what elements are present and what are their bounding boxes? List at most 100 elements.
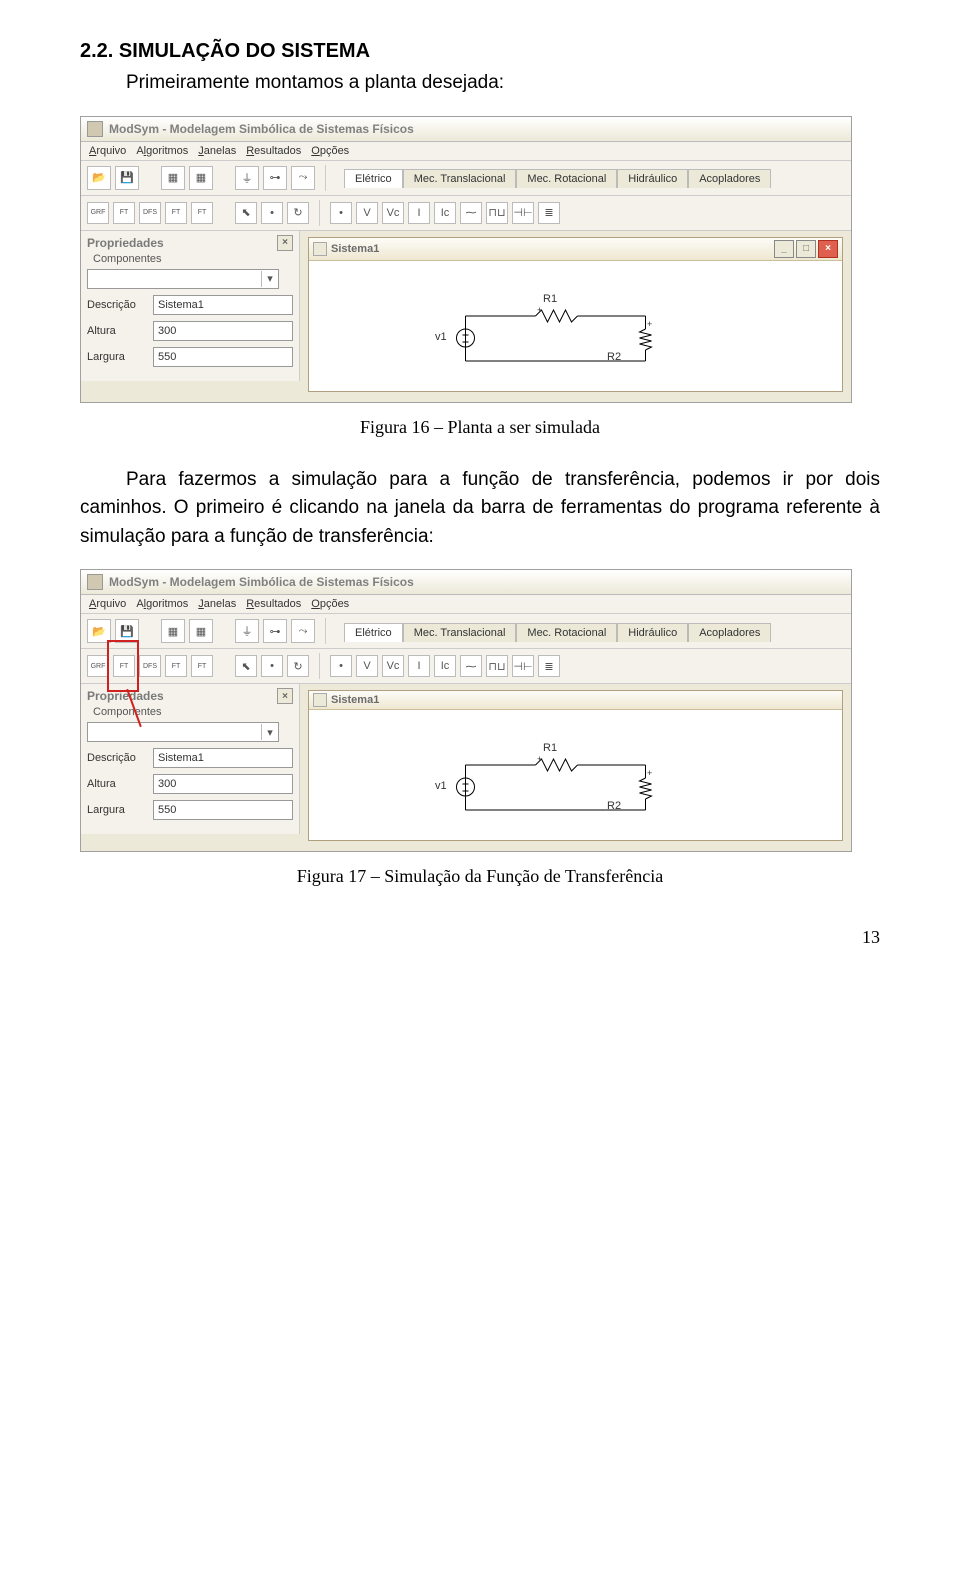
open-icon[interactable]: 📂: [87, 166, 111, 190]
canvas-area: Sistema1: [300, 684, 851, 851]
component-icon-1[interactable]: ▦: [161, 166, 185, 190]
canvas-area: Sistema1 _ □ ×: [300, 231, 851, 402]
sim-dfs-icon[interactable]: DFS: [139, 202, 161, 224]
menu-opcoes[interactable]: Opções: [311, 145, 349, 157]
node-icon[interactable]: ⊶: [263, 166, 287, 190]
maximize-icon[interactable]: □: [796, 240, 816, 258]
component-icon-2[interactable]: ▦: [189, 619, 213, 643]
elec-capacitor-icon[interactable]: ⊣⊢: [512, 655, 534, 677]
prop-row-altura: Altura 300: [87, 321, 293, 341]
elec-node-icon[interactable]: •: [330, 655, 352, 677]
app-icon: [87, 574, 103, 590]
sim-dfs-icon[interactable]: DFS: [139, 655, 161, 677]
elec-capacitor-icon[interactable]: ⊣⊢: [512, 202, 534, 224]
circuit-canvas[interactable]: R1 + v1 R2 +: [309, 261, 842, 391]
sim-ft3-icon[interactable]: FT: [191, 655, 213, 677]
node-icon[interactable]: ⊶: [263, 619, 287, 643]
menubar[interactable]: Arquivo Algoritmos Janelas Resultados Op…: [81, 595, 851, 614]
sim-ft2-icon[interactable]: FT: [165, 202, 187, 224]
dot-icon[interactable]: •: [261, 655, 283, 677]
properties-close-icon[interactable]: ×: [277, 235, 293, 251]
menu-resultados[interactable]: Resultados: [246, 145, 301, 157]
elec-v-icon[interactable]: V: [356, 655, 378, 677]
rotate-icon[interactable]: ↻: [287, 655, 309, 677]
tab-mec-trans[interactable]: Mec. Translacional: [403, 169, 517, 188]
chevron-down-icon: ▾: [261, 724, 278, 740]
prop-row-descricao: Descrição Sistema1: [87, 295, 293, 315]
properties-combo[interactable]: ▾: [87, 722, 279, 742]
prop-input-descricao[interactable]: Sistema1: [153, 295, 293, 315]
elec-vc-icon[interactable]: Vc: [382, 202, 404, 224]
link-icon[interactable]: ⤳: [291, 166, 315, 190]
menu-janelas[interactable]: Janelas: [198, 145, 236, 157]
tab-hidraulico[interactable]: Hidráulico: [617, 169, 688, 188]
menu-opcoes[interactable]: Opções: [311, 598, 349, 610]
menu-resultados[interactable]: Resultados: [246, 598, 301, 610]
sim-grf-icon[interactable]: GRF: [87, 202, 109, 224]
elec-resistor-icon[interactable]: ⁓: [460, 202, 482, 224]
elec-i-icon[interactable]: I: [408, 202, 430, 224]
tab-eletrico[interactable]: Elétrico: [344, 169, 403, 188]
prop-input-altura[interactable]: 300: [153, 774, 293, 794]
elec-transformer-icon[interactable]: ≣: [538, 655, 560, 677]
properties-title: Propriedades: [87, 689, 164, 703]
sim-grf-icon[interactable]: GRF: [87, 655, 109, 677]
circuit-canvas[interactable]: R1 + v1 R2 +: [309, 710, 842, 840]
prop-input-largura[interactable]: 550: [153, 347, 293, 367]
elec-transformer-icon[interactable]: ≣: [538, 202, 560, 224]
menu-arquivo[interactable]: Arquivo: [89, 598, 126, 610]
menu-algoritmos[interactable]: Algoritmos: [136, 598, 188, 610]
rotate-icon[interactable]: ↻: [287, 202, 309, 224]
link-icon[interactable]: ⤳: [291, 619, 315, 643]
ground-icon[interactable]: ⏚: [235, 166, 259, 190]
elec-ic-icon[interactable]: Ic: [434, 202, 456, 224]
sim-ft-icon[interactable]: FT: [113, 655, 135, 677]
tab-mec-rot[interactable]: Mec. Rotacional: [516, 623, 617, 642]
save-icon[interactable]: 💾: [115, 619, 139, 643]
elec-vc-icon[interactable]: Vc: [382, 655, 404, 677]
subwindow-title-text: Sistema1: [331, 694, 379, 706]
component-icon-2[interactable]: ▦: [189, 166, 213, 190]
tab-hidraulico[interactable]: Hidráulico: [617, 623, 688, 642]
close-icon[interactable]: ×: [818, 240, 838, 258]
elec-resistor-icon[interactable]: ⁓: [460, 655, 482, 677]
intro-text: Primeiramente montamos a planta desejada…: [126, 69, 880, 98]
prop-input-altura[interactable]: 300: [153, 321, 293, 341]
properties-combo[interactable]: ▾: [87, 269, 279, 289]
menu-janelas[interactable]: Janelas: [198, 598, 236, 610]
titlebar: ModSym - Modelagem Simbólica de Sistemas…: [81, 570, 851, 595]
prop-input-largura[interactable]: 550: [153, 800, 293, 820]
tab-eletrico[interactable]: Elétrico: [344, 623, 403, 642]
properties-close-icon[interactable]: ×: [277, 688, 293, 704]
save-icon[interactable]: 💾: [115, 166, 139, 190]
minimize-icon[interactable]: _: [774, 240, 794, 258]
elec-ic-icon[interactable]: Ic: [434, 655, 456, 677]
tab-acopladores[interactable]: Acopladores: [688, 623, 771, 642]
prop-input-descricao[interactable]: Sistema1: [153, 748, 293, 768]
component-icon-1[interactable]: ▦: [161, 619, 185, 643]
sim-ft3-icon[interactable]: FT: [191, 202, 213, 224]
ground-icon[interactable]: ⏚: [235, 619, 259, 643]
menubar[interactable]: Arquivo Algoritmos Janelas Resultados Op…: [81, 142, 851, 161]
app-title: ModSym - Modelagem Simbólica de Sistemas…: [109, 575, 414, 589]
dot-icon[interactable]: •: [261, 202, 283, 224]
menu-algoritmos[interactable]: Algoritmos: [136, 145, 188, 157]
subwindow-icon: [313, 693, 327, 707]
menu-arquivo[interactable]: Arquivo: [89, 145, 126, 157]
elec-inductor-icon[interactable]: ⊓⊔: [486, 202, 508, 224]
elec-i-icon[interactable]: I: [408, 655, 430, 677]
elec-v-icon[interactable]: V: [356, 202, 378, 224]
elec-inductor-icon[interactable]: ⊓⊔: [486, 655, 508, 677]
tab-mec-trans[interactable]: Mec. Translacional: [403, 623, 517, 642]
paragraph-2: Para fazermos a simulação para a função …: [80, 466, 880, 552]
label-r1: R1: [543, 742, 557, 754]
sim-ft-icon[interactable]: FT: [113, 202, 135, 224]
elec-node-icon[interactable]: •: [330, 202, 352, 224]
prop-row-largura: Largura 550: [87, 800, 293, 820]
sim-ft2-icon[interactable]: FT: [165, 655, 187, 677]
open-icon[interactable]: 📂: [87, 619, 111, 643]
tab-acopladores[interactable]: Acopladores: [688, 169, 771, 188]
pointer-icon[interactable]: ⬉: [235, 202, 257, 224]
pointer-icon[interactable]: ⬉: [235, 655, 257, 677]
tab-mec-rot[interactable]: Mec. Rotacional: [516, 169, 617, 188]
